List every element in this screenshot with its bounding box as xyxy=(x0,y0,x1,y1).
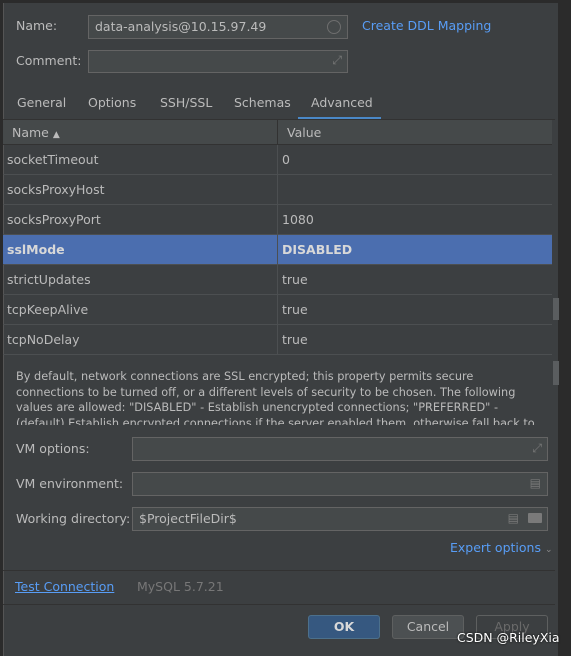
property-value[interactable]: true xyxy=(282,332,308,347)
create-ddl-mapping-link[interactable]: Create DDL Mapping xyxy=(362,18,491,33)
description-text: By default, network connections are SSL … xyxy=(16,370,535,425)
name-label: Name: xyxy=(16,18,58,33)
table-row[interactable]: strictUpdates true xyxy=(3,265,552,295)
driver-version: MySQL 5.7.21 xyxy=(137,579,224,594)
tab-advanced[interactable]: Advanced xyxy=(311,95,373,110)
comment-label: Comment: xyxy=(16,53,82,68)
document-icon[interactable]: ▤ xyxy=(530,476,541,490)
column-divider xyxy=(277,235,278,265)
table-scrollbar[interactable] xyxy=(553,298,559,320)
working-directory-input[interactable]: $ProjectFileDir$ ▤ xyxy=(132,507,548,531)
expand-icon[interactable]: ⤢ xyxy=(332,53,342,68)
tab-general[interactable]: General xyxy=(17,95,66,110)
divider xyxy=(3,604,555,605)
tab-options[interactable]: Options xyxy=(88,95,136,110)
table-row[interactable]: tcpNoDelay true xyxy=(3,325,552,355)
column-name-header[interactable]: Name ▲ xyxy=(12,125,60,140)
working-directory-label: Working directory: xyxy=(16,511,131,526)
cancel-button[interactable]: Cancel xyxy=(392,615,464,639)
vm-options-input[interactable]: ⤢ xyxy=(132,437,548,461)
property-name: tcpNoDelay xyxy=(7,332,80,347)
property-value[interactable]: DISABLED xyxy=(282,242,352,257)
chevron-down-icon: ⌄ xyxy=(544,545,553,555)
vm-environment-label: VM environment: xyxy=(16,476,124,491)
property-name: socksProxyPort xyxy=(7,212,101,227)
document-icon[interactable]: ▤ xyxy=(508,511,519,525)
property-name: tcpKeepAlive xyxy=(7,302,89,317)
name-input[interactable]: data-analysis@10.15.97.49 xyxy=(88,15,348,39)
table-row[interactable]: tcpKeepAlive true xyxy=(3,295,552,325)
color-circle-icon[interactable] xyxy=(327,20,341,34)
expert-options-toggle[interactable]: Expert options ⌄ xyxy=(450,540,553,555)
table-row[interactable]: socksProxyHost xyxy=(3,175,552,205)
table-header: Name ▲ Value xyxy=(3,120,552,145)
column-value-header[interactable]: Value xyxy=(287,125,321,140)
table-row[interactable]: socketTimeout 0 xyxy=(3,145,552,175)
comment-input[interactable]: ⤢ xyxy=(88,50,348,73)
column-name-label: Name xyxy=(12,125,49,140)
table-row[interactable]: sslMode DISABLED xyxy=(3,235,552,265)
property-value[interactable]: true xyxy=(282,302,308,317)
watermark: CSDN @RileyXia xyxy=(457,630,560,645)
property-name: strictUpdates xyxy=(7,272,91,287)
property-value[interactable]: 0 xyxy=(282,152,290,167)
column-divider xyxy=(277,175,278,205)
column-divider[interactable] xyxy=(277,120,278,145)
property-value[interactable]: 1080 xyxy=(282,212,314,227)
vm-options-label: VM options: xyxy=(16,441,90,456)
column-divider xyxy=(277,325,278,355)
folder-icon[interactable] xyxy=(528,513,542,523)
property-name: sslMode xyxy=(7,242,65,257)
vm-environment-input[interactable]: ▤ xyxy=(132,472,548,496)
ok-button[interactable]: OK xyxy=(308,615,380,639)
column-divider xyxy=(277,205,278,235)
column-divider xyxy=(277,265,278,295)
column-divider xyxy=(277,145,278,175)
description-scrollbar[interactable] xyxy=(553,361,559,385)
expert-options-label: Expert options xyxy=(450,540,541,555)
tab-ssh-ssl[interactable]: SSH/SSL xyxy=(160,95,212,110)
column-divider xyxy=(277,295,278,325)
property-value[interactable]: true xyxy=(282,272,308,287)
name-value: data-analysis@10.15.97.49 xyxy=(95,19,267,34)
property-name: socketTimeout xyxy=(7,152,99,167)
table-row[interactable]: socksProxyPort 1080 xyxy=(3,205,552,235)
working-directory-value: $ProjectFileDir$ xyxy=(139,511,237,526)
divider xyxy=(3,570,555,571)
sort-ascending-icon: ▲ xyxy=(52,130,60,140)
tab-schemas[interactable]: Schemas xyxy=(234,95,291,110)
expand-icon[interactable]: ⤢ xyxy=(532,441,542,456)
test-connection-link[interactable]: Test Connection xyxy=(15,579,114,594)
property-name: socksProxyHost xyxy=(7,182,105,197)
property-description: By default, network connections are SSL … xyxy=(3,355,555,425)
